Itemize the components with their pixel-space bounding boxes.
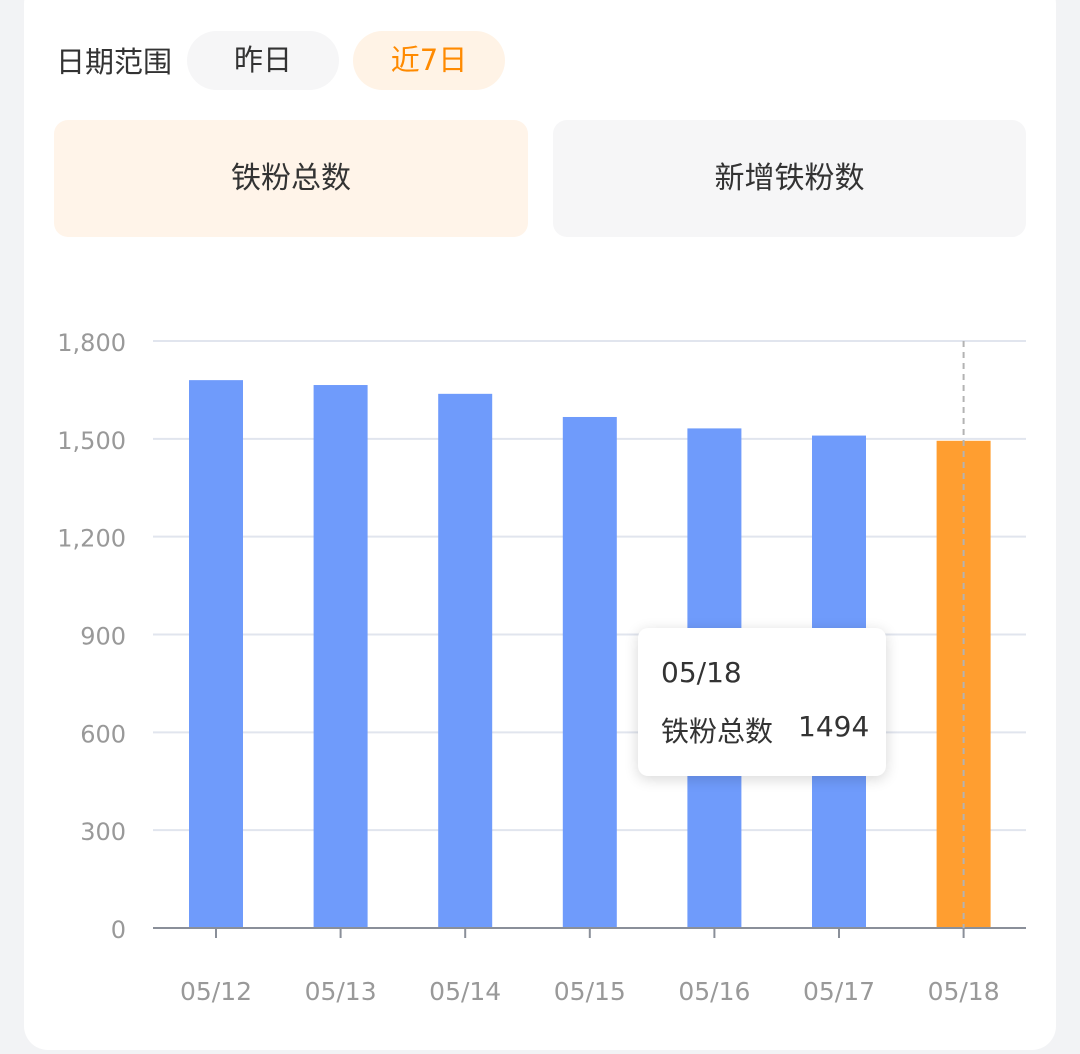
y-tick-label: 0: [111, 916, 126, 944]
x-tick-label: 05/17: [803, 977, 875, 1006]
y-tick-label: 900: [80, 623, 126, 651]
x-tick-label: 05/18: [928, 977, 1000, 1006]
bar: [313, 385, 368, 928]
y-tick-label: 1,800: [57, 329, 126, 357]
bar-chart: 0 300 600 900 1,200 1,500 1,800 05/12 05/13 05/14…: [57, 329, 1026, 1006]
y-tick-label: 1,200: [57, 525, 126, 553]
y-tick-label: 600: [80, 720, 126, 748]
x-tick-label: 05/14: [429, 977, 501, 1006]
tooltip-date: 05/18: [661, 656, 742, 689]
tooltip-value: 1494: [798, 710, 870, 743]
bar: [562, 416, 617, 928]
chart-tooltip: 05/18 铁粉总数 1494: [638, 628, 886, 776]
x-tick-label: 05/16: [678, 977, 750, 1006]
x-tick-label: 05/12: [180, 977, 252, 1006]
x-tick-label: 05/13: [305, 977, 377, 1006]
y-tick-label: 300: [80, 818, 126, 846]
tooltip-series-name: 铁粉总数: [661, 715, 774, 748]
x-tick-label: 05/15: [554, 977, 626, 1006]
y-tick-label: 1,500: [57, 427, 126, 455]
bar: [189, 380, 243, 929]
bar: [438, 393, 493, 929]
